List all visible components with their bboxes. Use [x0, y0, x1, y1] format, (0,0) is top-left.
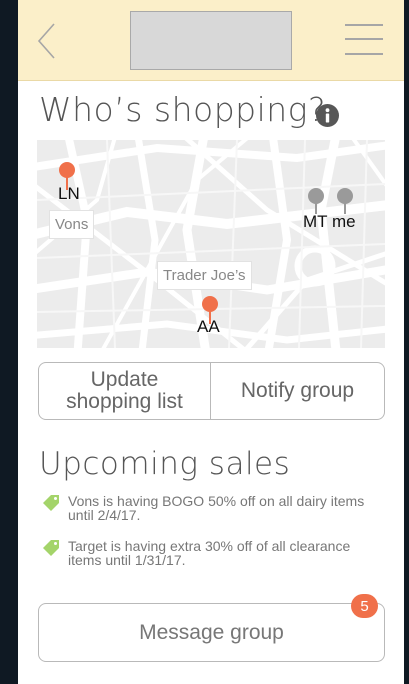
app-screen: Who’s shopping? Vons Trader Joe’s LN MT …	[18, 0, 404, 684]
logo-placeholder	[130, 11, 292, 70]
sales-title: Upcoming sales	[39, 446, 291, 482]
shopper-initials[interactable]: AA	[197, 317, 220, 337]
notify-group-button[interactable]: Notify group	[211, 363, 384, 419]
sale-text: Vons is having BOGO 50% off on all dairy…	[68, 493, 365, 523]
app-header	[18, 0, 404, 81]
page-title: Who’s shopping?	[39, 90, 327, 129]
info-icon[interactable]	[316, 104, 339, 127]
sale-item[interactable]: Vons is having BOGO 50% off on all dairy…	[42, 494, 382, 528]
shopper-initials[interactable]: LN	[58, 184, 80, 204]
price-tag-icon	[43, 495, 59, 511]
update-shopping-list-button[interactable]: Update shopping list	[39, 363, 211, 419]
price-tag-icon	[43, 540, 59, 556]
shopper-initials[interactable]: MT	[303, 212, 328, 232]
notify-group-label: Notify group	[240, 379, 355, 402]
sale-text: Target is having extra 30% off of all cl…	[68, 538, 351, 568]
action-buttons: Update shopping list Notify group	[38, 362, 385, 420]
back-button[interactable]	[36, 22, 60, 60]
update-shopping-list-label: Update shopping list	[66, 368, 183, 413]
message-group-label: Message group	[139, 620, 284, 644]
map-pin-icon	[337, 188, 353, 214]
shopper-map[interactable]: Vons Trader Joe’s LN MT me AA	[37, 140, 385, 348]
menu-button[interactable]	[345, 22, 383, 56]
shopper-initials[interactable]: me	[332, 212, 356, 232]
unread-badge: 5	[351, 594, 378, 618]
sale-item[interactable]: Target is having extra 30% off of all cl…	[42, 539, 382, 573]
message-group-button[interactable]: Message group	[38, 603, 385, 662]
map-pin-icon	[308, 188, 324, 214]
chevron-left-icon	[37, 23, 55, 59]
